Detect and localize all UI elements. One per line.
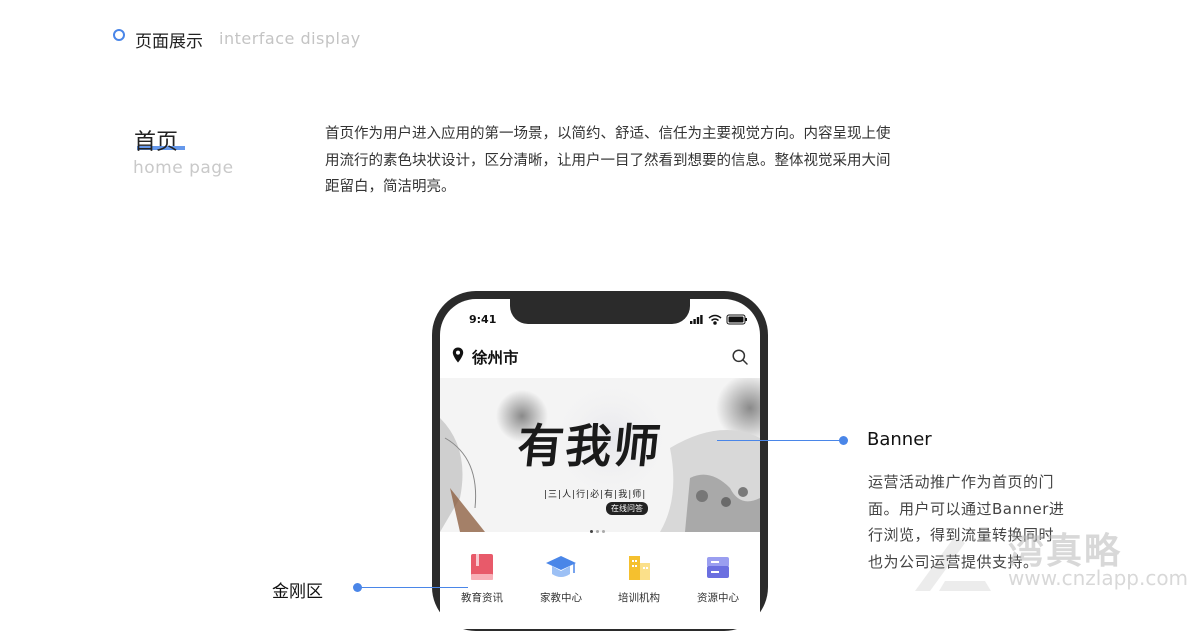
pagination-dot[interactable]: [602, 530, 605, 533]
header-subtitle: interface display: [219, 29, 361, 48]
phone-notch: [510, 294, 690, 324]
folder-icon: [707, 557, 729, 578]
kingkong-callout-line: [358, 587, 468, 588]
banner-title: 有我师: [514, 419, 665, 473]
banner-pagination[interactable]: [590, 521, 608, 540]
banner-desc-line: 运营活动推广作为首页的门: [868, 473, 1055, 491]
kingkong-item-resource[interactable]: 资源中心: [688, 552, 748, 605]
banner-callout-dot: [839, 436, 848, 445]
section-description: 首页作为用户进入应用的第一场景，以简约、舒适、信任为主要视觉方向。内容呈现上使 …: [325, 121, 1005, 201]
banner-callout-label: Banner: [867, 429, 932, 450]
kingkong-label: 资源中心: [697, 592, 739, 604]
book-icon: [471, 554, 493, 580]
pagination-dot[interactable]: [596, 530, 599, 533]
banner-callout-line: [717, 440, 843, 441]
search-icon[interactable]: [731, 348, 749, 366]
description-line: 距留白，简洁明亮。: [325, 179, 456, 195]
status-icons: [690, 314, 747, 325]
kingkong-label: 家教中心: [540, 592, 582, 604]
location-pin-icon[interactable]: [452, 347, 464, 363]
graduation-cap-icon: [546, 556, 576, 577]
battery-icon: [726, 314, 747, 325]
pagination-dot-active[interactable]: [590, 530, 593, 533]
description-line: 首页作为用户进入应用的第一场景，以简约、舒适、信任为主要视觉方向。内容呈现上使: [325, 126, 891, 142]
banner-desc-line: 面。用户可以通过Banner进: [868, 499, 1065, 518]
watermark-url: www.cnzlapp.com: [1008, 566, 1189, 590]
description-line: 用流行的素色块状设计，区分清晰，让用户一目了然看到想要的信息。整体视觉采用大间: [325, 152, 891, 169]
header-bullet-icon: [113, 29, 125, 41]
header-title: 页面展示: [135, 32, 203, 52]
kingkong-item-training[interactable]: 培训机构: [609, 552, 669, 605]
city-selector[interactable]: 徐州市: [472, 346, 519, 368]
banner-online-badge: 在线问答: [606, 502, 648, 515]
kingkong-label: 培训机构: [618, 592, 660, 604]
signal-icon: [690, 315, 703, 324]
section-subtitle: home page: [133, 158, 234, 178]
kingkong-item-news[interactable]: 教育资讯: [452, 552, 512, 605]
kingkong-label: 教育资讯: [461, 592, 503, 604]
building-icon: [629, 556, 650, 580]
kingkong-callout-label: 金刚区: [272, 582, 323, 602]
banner-tagline: |三|人|行|必|有|我|师|: [544, 490, 647, 500]
section-title: 首页: [134, 130, 179, 155]
wifi-icon: [708, 314, 722, 325]
kingkong-item-tutor[interactable]: 家教中心: [531, 552, 591, 605]
status-time: 9:41: [469, 313, 497, 326]
